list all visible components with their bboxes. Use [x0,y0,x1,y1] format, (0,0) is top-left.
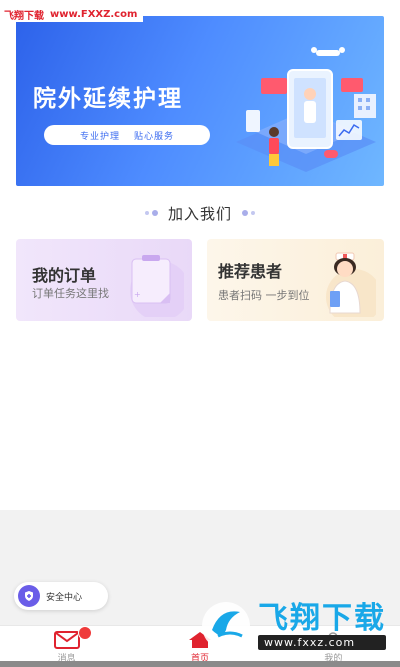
card-title: 我的订单 [32,266,97,285]
system-nav-strip [0,661,400,667]
watermark-site-name: 飞翔下载 [4,10,44,22]
app-screen: 飞翔下载 www.FXXZ.com 院外延续护理 专业护理 贴心服务 加入我们 … [0,0,400,667]
card-subtitle: 订单任务这里找 [32,287,109,300]
hero-banner[interactable]: 院外延续护理 专业护理 贴心服务 [16,16,384,186]
watermark-logo-icon [202,602,250,650]
watermark-bottom: 飞翔下载 www.fxxz.com [200,595,390,657]
shield-icon [18,585,40,607]
watermark-top: 飞翔下载 www.FXXZ.com [0,6,144,22]
medical-illustration-icon [236,47,376,172]
banner-tag-caring: 贴心服务 [134,131,175,142]
safety-center-button[interactable]: 安全中心 [14,582,108,610]
watermark-url: www.FXXZ.com [50,8,138,20]
notepad-icon: + [130,255,184,317]
watermark-title: 飞翔下载 [258,600,386,636]
svg-text:+: + [134,290,141,299]
banner-tag-professional: 专业护理 [79,131,120,142]
card-title: 推荐患者 [218,262,283,281]
recommend-patient-card[interactable]: 推荐患者 患者扫码 一步到位 [207,239,384,321]
unread-badge [78,626,92,640]
mail-icon [53,631,80,649]
watermark-url: www.fxxz.com [258,634,386,650]
nurse-icon [326,252,376,317]
section-title: 加入我们 [167,204,232,223]
my-orders-card[interactable]: 我的订单 订单任务这里找 + [16,239,192,321]
decor-dots-right [242,210,255,216]
banner-title: 院外延续护理 [33,86,183,112]
decor-dots-left [144,210,158,216]
card-subtitle: 患者扫码 一步到位 [218,289,310,302]
banner-tags: 专业护理 贴心服务 [44,125,210,145]
safety-center-label: 安全中心 [46,592,83,603]
section-header: 加入我们 [0,201,400,225]
